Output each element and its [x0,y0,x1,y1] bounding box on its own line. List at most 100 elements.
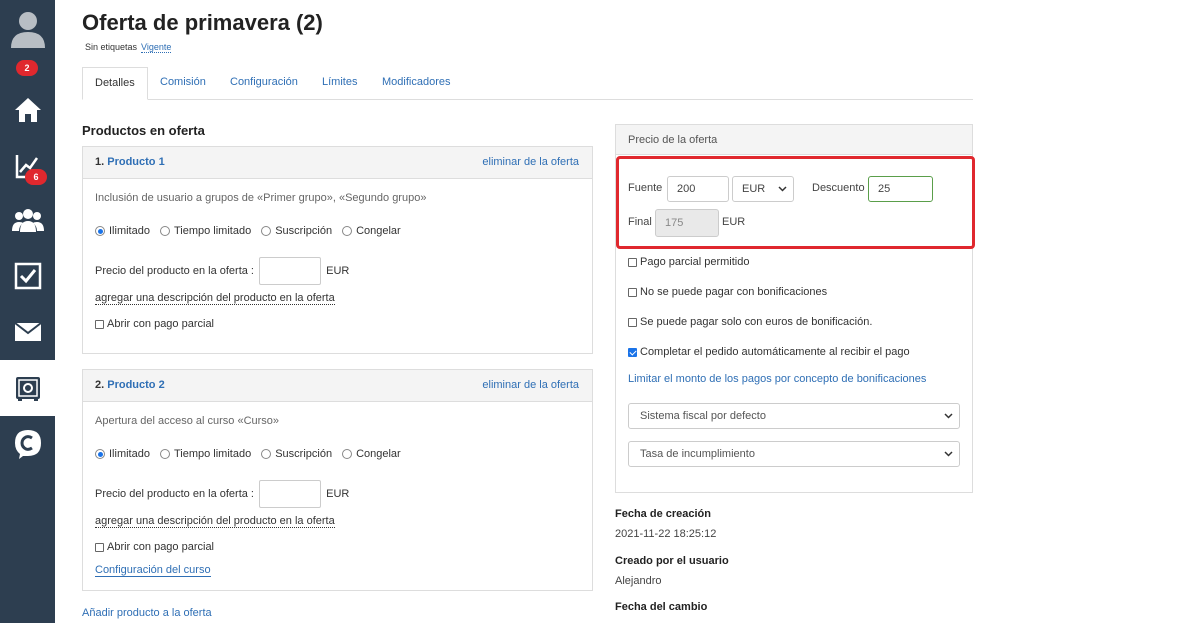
partial-payment-allowed-row: Pago parcial permitido [628,256,749,268]
user-icon [10,12,45,48]
source-label: Fuente [628,182,663,194]
created-by-label: Creado por el usuario [615,555,729,567]
product-panel-1: 1. Producto 1 eliminar de la oferta Incl… [82,146,593,354]
add-description-row: agregar una descripción del producto en … [95,515,335,528]
product-title: 1. Producto 1 [95,156,165,168]
created-by-link[interactable]: Alejandro [615,575,661,587]
product-panel-2: 2. Producto 2 eliminar de la oferta Aper… [82,369,593,591]
add-description-link[interactable]: agregar una descripción del producto en … [95,515,335,528]
radio-label: Tiempo limitado [173,448,252,460]
final-price-field: 175 [655,209,719,237]
product-number: 1. [95,156,105,168]
currency-label: EUR [326,264,350,277]
source-price-input[interactable]: 200 [667,176,729,202]
status-badge[interactable]: Vigente [141,42,172,53]
bonus-only-payment-checkbox[interactable] [628,317,637,327]
final-label: Final [628,216,652,228]
sidebar-item-analytics[interactable] [0,138,55,194]
product-name-link[interactable]: Producto 2 [107,379,164,391]
product-price-row: Precio del producto en la oferta : EUR [95,257,349,285]
product-name-link[interactable]: Producto 1 [107,156,164,168]
tab-details[interactable]: Detalles [82,67,148,100]
radio-freeze[interactable] [342,449,353,459]
auto-complete-order-checkbox[interactable] [628,347,637,357]
radio-subscription[interactable] [261,449,272,459]
final-currency-label: EUR [722,216,746,228]
price-panel-title: Precio de la oferta [616,125,972,155]
discount-input[interactable]: 25 [868,176,933,202]
no-bonus-payment-checkbox[interactable] [628,287,637,297]
product-header: 1. Producto 1 eliminar de la oferta [83,147,592,179]
chat-logo-icon [14,430,41,459]
auto-complete-order-row: Completar el pedido automáticamente al r… [628,346,910,358]
user-avatar[interactable] [0,0,55,56]
radio-label: Ilimitado [109,448,150,460]
course-settings-row: Configuración del curso [95,564,211,577]
partial-payment-allowed-checkbox[interactable] [628,257,637,267]
users-icon [11,209,44,232]
access-type-radio-group: Ilimitado Tiempo limitado Suscripción Co… [95,225,407,237]
checkbox-label: Completar el pedido automáticamente al r… [640,346,910,358]
radio-label: Ilimitado [109,225,150,237]
notification-badge: 2 [16,60,38,76]
add-description-link[interactable]: agregar una descripción del producto en … [95,292,335,305]
currency-select[interactable]: EUR [732,176,794,202]
radio-label: Congelar [356,225,401,237]
sidebar-item-chat[interactable] [0,416,55,472]
tab-bar: Detalles Comisión Configuración Límites … [82,67,973,100]
sidebar-item-messages[interactable] [0,304,55,360]
discount-label: Descuento [812,182,865,194]
product-number: 2. [95,379,105,391]
partial-payment-label: Abrir con pago parcial [107,541,215,553]
product-price-input[interactable] [259,257,322,285]
product-price-input[interactable] [259,480,322,508]
radio-label: Suscripción [275,448,333,460]
sidebar-item-home[interactable] [0,82,55,138]
partial-payment-checkbox[interactable] [95,542,104,552]
add-product-link[interactable]: Añadir producto a la oferta [82,607,212,619]
checkbox-label: No se puede pagar con bonificaciones [640,286,828,298]
tab-configuration[interactable]: Configuración [218,67,310,100]
tab-commission[interactable]: Comisión [148,67,218,100]
tax-system-select[interactable]: Sistema fiscal por defecto [628,403,960,429]
radio-unlimited[interactable] [95,449,105,459]
product-price-row: Precio del producto en la oferta : EUR [95,480,349,508]
sidebar-item-users[interactable] [0,192,55,248]
limit-bonus-payments-link[interactable]: Limitar el monto de los pagos por concep… [628,373,926,385]
partial-payment-row: Abrir con pago parcial [95,318,214,330]
radio-unlimited[interactable] [95,226,105,236]
partial-payment-label: Abrir con pago parcial [107,318,215,330]
default-rate-select[interactable]: Tasa de incumplimiento [628,441,960,467]
partial-payment-checkbox[interactable] [95,319,104,329]
price-label: Precio del producto en la oferta : [95,487,254,500]
checkbox-icon [14,262,41,290]
currency-label: EUR [326,487,350,500]
product-description: Inclusión de usuario a grupos de «Primer… [95,192,427,204]
checkbox-label: Se puede pagar solo con euros de bonific… [640,316,873,328]
course-settings-link[interactable]: Configuración del curso [95,564,211,577]
remove-product-link[interactable]: eliminar de la oferta [482,156,579,168]
radio-label: Tiempo limitado [173,225,252,237]
tax-system-value: Sistema fiscal por defecto [640,410,766,422]
sidebar-item-tasks[interactable] [0,248,55,304]
tab-modifiers[interactable]: Modificadores [370,67,462,100]
no-bonus-payment-row: No se puede pagar con bonificaciones [628,286,827,298]
default-rate-value: Tasa de incumplimiento [640,448,755,460]
remove-product-link[interactable]: eliminar de la oferta [482,379,579,391]
checkbox-label: Pago parcial permitido [640,256,750,268]
radio-label: Congelar [356,448,401,460]
add-description-row: agregar una descripción del producto en … [95,292,335,305]
tab-limits[interactable]: Límites [310,67,369,100]
tags-label: Sin etiquetas [85,42,138,52]
radio-freeze[interactable] [342,226,353,236]
radio-subscription[interactable] [261,226,272,236]
products-section-title: Productos en oferta [82,123,205,138]
chevron-down-icon [944,451,953,457]
radio-time-limited[interactable] [159,449,170,459]
bonus-only-payment-row: Se puede pagar solo con euros de bonific… [628,316,872,328]
radio-time-limited[interactable] [159,226,170,236]
sidebar-item-sales[interactable] [0,360,55,416]
mail-icon [13,322,42,341]
analytics-badge: 6 [25,169,47,185]
chevron-down-icon [778,186,787,192]
